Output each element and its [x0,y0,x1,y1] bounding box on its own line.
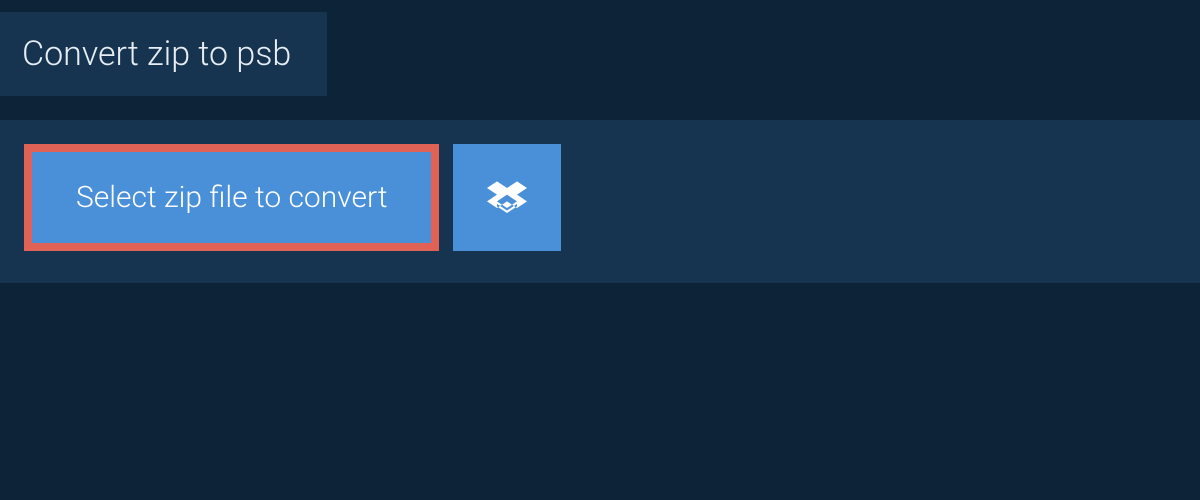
page-title-text: Convert zip to psb [22,34,291,74]
page-title: Convert zip to psb [0,12,327,96]
select-file-button-label: Select zip file to convert [76,180,387,215]
dropbox-icon [487,178,527,218]
footer-area [0,283,1200,483]
select-file-button[interactable]: Select zip file to convert [24,144,439,251]
button-row: Select zip file to convert [24,144,1176,251]
dropbox-button[interactable] [453,144,561,251]
upload-panel: Select zip file to convert [0,120,1200,283]
